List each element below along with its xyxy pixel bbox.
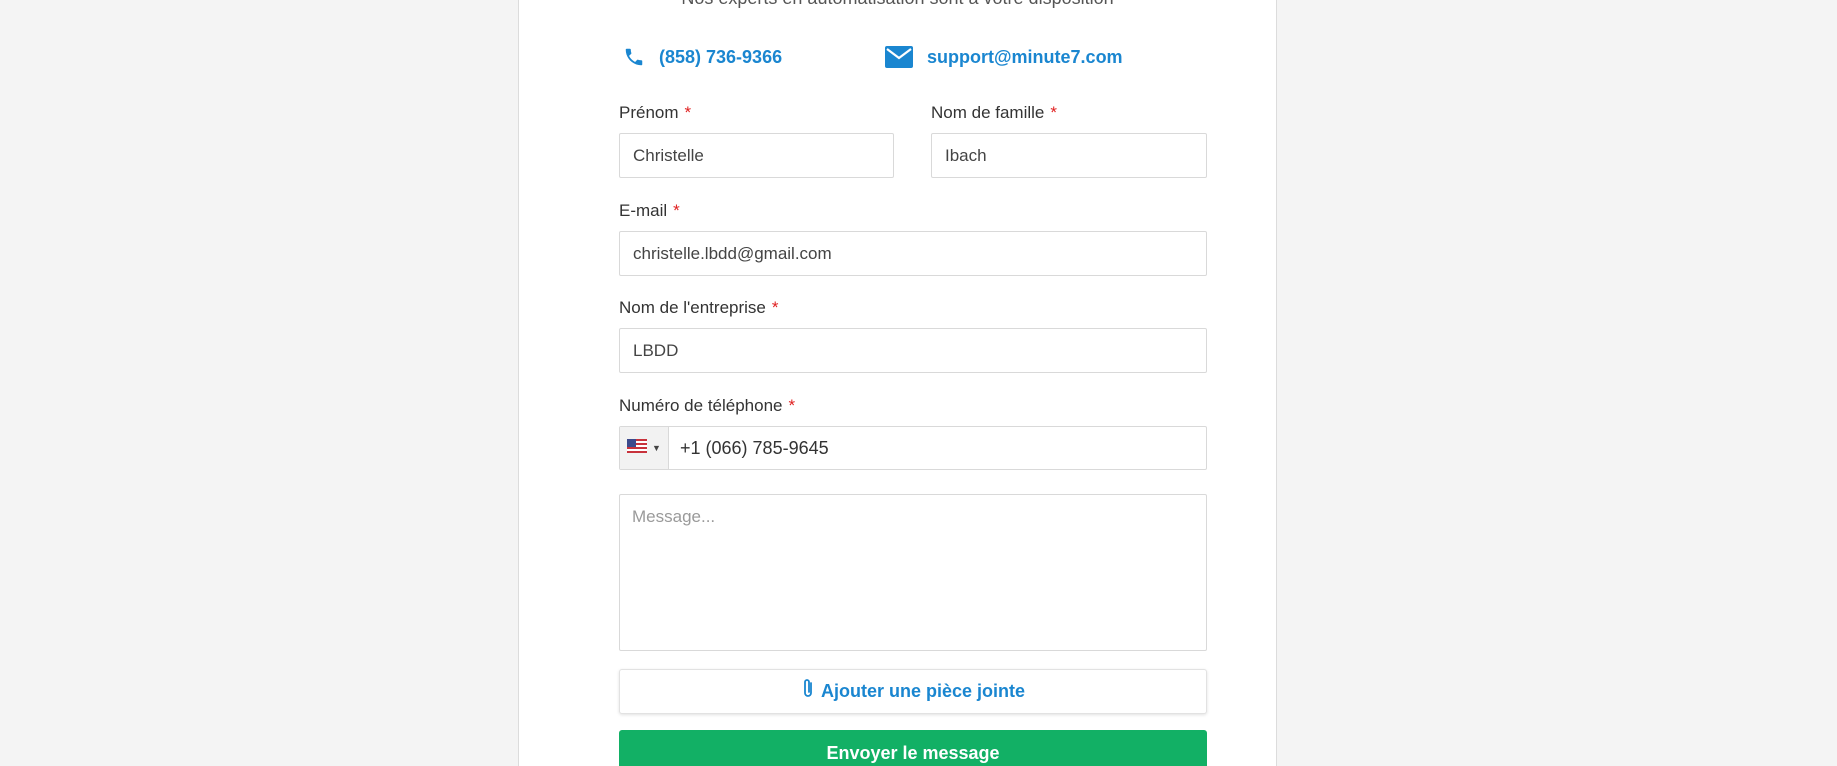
- last-name-input[interactable]: [931, 133, 1207, 178]
- email-label-text: E-mail: [619, 201, 668, 220]
- phone-icon: [623, 46, 645, 68]
- paperclip-icon: [801, 678, 815, 705]
- email-input[interactable]: [619, 231, 1207, 276]
- company-input[interactable]: [619, 328, 1207, 373]
- chevron-down-icon: ▼: [652, 443, 661, 453]
- required-mark: *: [1050, 103, 1057, 122]
- attach-file-button[interactable]: Ajouter une pièce jointe: [619, 669, 1207, 714]
- envelope-icon: [885, 46, 913, 68]
- message-textarea[interactable]: [619, 494, 1207, 651]
- last-name-label: Nom de famille *: [931, 103, 1057, 123]
- phone-label-text: Numéro de téléphone: [619, 396, 783, 415]
- contact-email[interactable]: support@minute7.com: [885, 46, 1123, 68]
- first-name-input[interactable]: [619, 133, 894, 178]
- required-mark: *: [788, 396, 796, 415]
- last-name-label-text: Nom de famille: [931, 103, 1045, 122]
- phone-field: ▼: [619, 426, 1207, 470]
- us-flag-icon: [627, 438, 648, 458]
- required-mark: *: [771, 298, 779, 317]
- attach-label: Ajouter une pièce jointe: [820, 681, 1026, 701]
- header-partial-text: Nos experts en automatisation sont à vot…: [519, 0, 1276, 9]
- required-mark: *: [684, 103, 692, 122]
- email-label: E-mail *: [619, 201, 680, 221]
- required-mark: *: [673, 201, 680, 220]
- email-link[interactable]: support@minute7.com: [927, 47, 1123, 68]
- phone-input[interactable]: [669, 427, 1206, 469]
- first-name-label-text: Prénom: [619, 103, 679, 122]
- send-message-button[interactable]: Envoyer le message: [619, 730, 1207, 766]
- first-name-label: Prénom *: [619, 103, 691, 123]
- contact-phone[interactable]: (858) 736-9366: [623, 46, 782, 68]
- contact-card: Nos experts en automatisation sont à vot…: [518, 0, 1277, 766]
- company-label: Nom de l'entreprise *: [619, 298, 779, 318]
- phone-link[interactable]: (858) 736-9366: [659, 47, 782, 68]
- country-select[interactable]: ▼: [620, 427, 669, 469]
- phone-label: Numéro de téléphone *: [619, 396, 795, 416]
- company-label-text: Nom de l'entreprise: [619, 298, 766, 317]
